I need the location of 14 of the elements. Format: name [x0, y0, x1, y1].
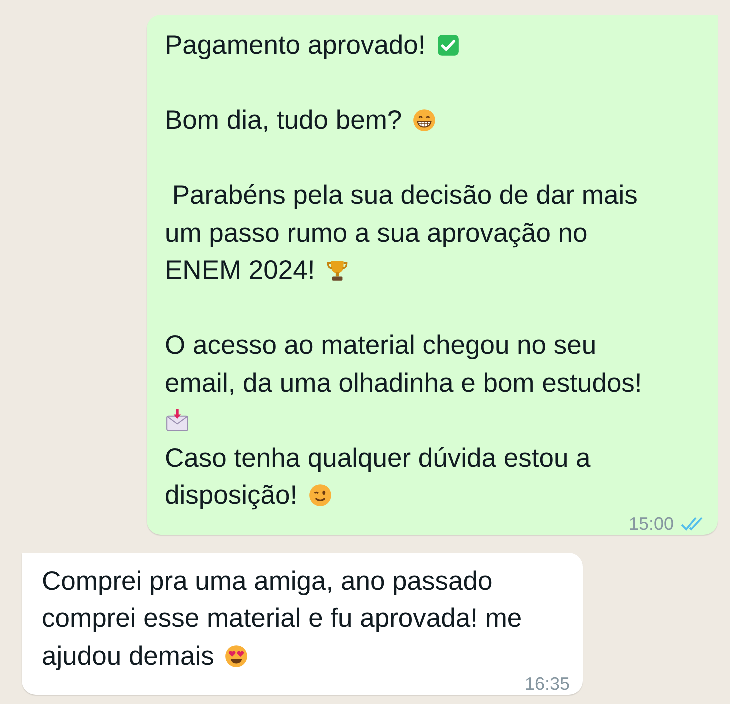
grin-icon [412, 108, 438, 133]
check-icon [436, 33, 461, 58]
message-text: Bom dia, tudo bem? [165, 102, 670, 140]
trophy-icon [325, 258, 350, 283]
wink-icon [308, 483, 333, 508]
message-time: 15:00 [628, 514, 674, 534]
message-text: Caso tenha qualquer dúvida estou a disposição! [165, 442, 592, 512]
message-time: 16:35 [524, 674, 570, 694]
envelope-icon [165, 408, 190, 433]
message-text: Pagamento aprovado! [165, 27, 670, 64]
message-text: Comprei pra uma amiga, ano passado comprei esse material e fu aprovada! me ajudou demais [42, 564, 524, 672]
message-text: Parabéns pela sua decisão de dar mais um passo rumo a sua aprovação no ENEM 2024! [165, 179, 639, 287]
heart-eyes-icon [224, 644, 250, 668]
message-text: O acesso ao material chegou no seu email, da uma olhadinha e bom estudos! [165, 329, 644, 400]
